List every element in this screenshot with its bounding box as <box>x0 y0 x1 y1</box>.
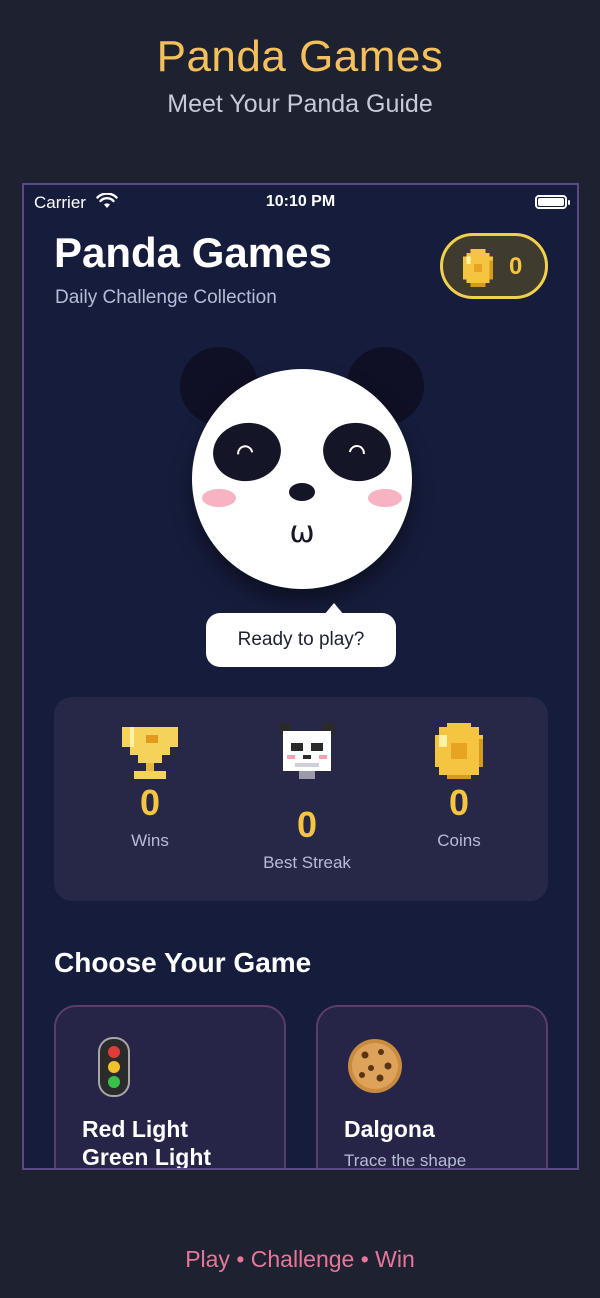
panda-mouth: ω <box>289 515 315 550</box>
stat-best-streak: 0 Best Streak <box>227 719 387 873</box>
choose-game-title: Choose Your Game <box>54 947 312 978</box>
phone-screen: Carrier 10:10 PM Panda Games Daily Chall… <box>22 183 579 1170</box>
traffic-light-icon <box>98 1037 130 1097</box>
panda-eye-right <box>319 418 395 486</box>
panda-face: ω <box>192 369 412 589</box>
panda-blush-left <box>202 489 236 507</box>
game-card-red-light-green-light[interactable]: Red Light Green Light <box>54 1005 286 1170</box>
stat-coins-label: Coins <box>437 831 481 850</box>
game-desc-dalgona: Trace the shape <box>344 1151 467 1170</box>
coin-icon <box>462 249 494 287</box>
stat-streak-label: Best Streak <box>263 853 351 872</box>
panda-nose <box>289 483 315 501</box>
app-subtitle: Daily Challenge Collection <box>55 287 277 308</box>
coin-icon <box>435 723 483 779</box>
stat-coins-value: 0 <box>448 782 470 823</box>
status-time: 10:10 PM <box>265 193 336 210</box>
cookie-icon <box>348 1039 402 1093</box>
promo-footer: Play • Challenge • Win <box>185 1246 415 1272</box>
stats-card: 0 Wins 0 Best Streak 0 Coins <box>54 697 548 901</box>
status-bar: Carrier 10:10 PM <box>24 185 577 219</box>
coin-balance-badge[interactable]: 0 <box>440 233 548 299</box>
app-title: Panda Games <box>54 229 332 276</box>
panda-pixel-icon <box>279 723 335 779</box>
stat-wins-label: Wins <box>131 831 169 850</box>
game-name-red-light: Red Light Green Light <box>82 1116 212 1170</box>
coin-balance-count: 0 <box>509 253 523 280</box>
stat-wins: 0 Wins <box>70 719 230 851</box>
panda-eye-left <box>209 418 285 486</box>
promo-subtitle: Meet Your Panda Guide <box>167 90 433 118</box>
game-name-dalgona: Dalgona <box>344 1116 435 1142</box>
battery-icon <box>535 195 570 209</box>
promo-title: Panda Games <box>156 32 444 81</box>
panda-guide[interactable]: ω <box>180 347 424 597</box>
game-card-dalgona[interactable]: Dalgona Trace the shape <box>316 1005 548 1170</box>
speech-bubble: Ready to play? <box>206 603 396 667</box>
stat-streak-value: 0 <box>296 804 318 845</box>
stat-coins: 0 Coins <box>379 719 539 851</box>
panda-blush-right <box>368 489 402 507</box>
stat-wins-value: 0 <box>139 782 161 823</box>
trophy-icon <box>122 727 178 779</box>
